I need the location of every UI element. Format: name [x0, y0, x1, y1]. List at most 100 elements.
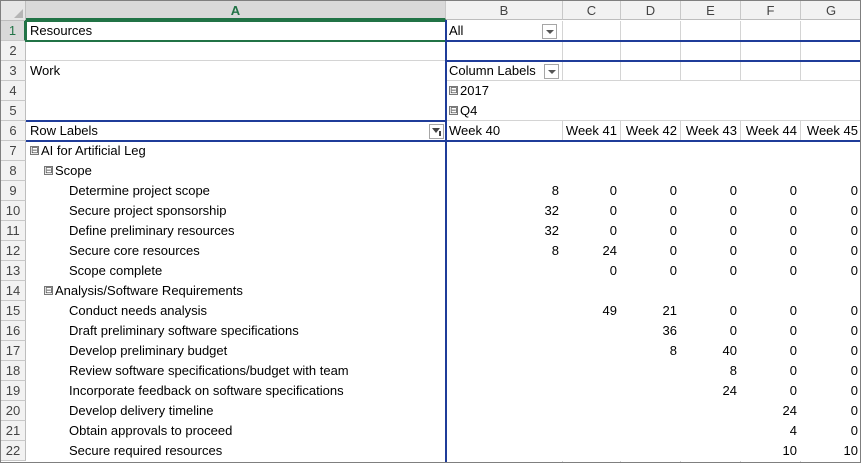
value-cell: 0 [609, 183, 617, 198]
value-cell: 24 [722, 383, 737, 398]
value-cell: 32 [544, 223, 559, 238]
value-cell [446, 341, 563, 361]
row-header-21[interactable]: 21 [1, 421, 26, 441]
column-header-g[interactable]: G [801, 1, 860, 20]
row-label-text: Secure core resources [69, 243, 200, 258]
row-header-13[interactable]: 13 [1, 261, 26, 281]
task-row-label: Review software specifications/budget wi… [69, 361, 441, 381]
column-labels-dropdown[interactable] [544, 64, 559, 79]
group-row-label[interactable]: ⊟ Scope [44, 161, 441, 181]
filter-dropdown-button[interactable] [542, 24, 557, 39]
row-header-4[interactable]: 4 [1, 81, 26, 101]
pivot-border [447, 40, 860, 42]
value-cell [621, 161, 681, 181]
column-header-c[interactable]: C [563, 1, 621, 20]
row-header-15[interactable]: 15 [1, 301, 26, 321]
value-cell: 10 [782, 443, 797, 458]
value-cell: 0 [850, 343, 858, 358]
value-cell [681, 141, 741, 161]
row-label-text: Scope complete [69, 263, 163, 278]
column-header-d[interactable]: D [621, 1, 681, 20]
value-cell: 4 [789, 423, 797, 438]
group-row-label[interactable]: ⊟ AI for Artificial Leg [30, 141, 441, 161]
row-header-1[interactable]: 1 [1, 21, 26, 41]
group-row-label[interactable]: ⊟ Analysis/Software Requirements [44, 281, 441, 301]
row-header-18[interactable]: 18 [1, 361, 26, 381]
value-cell: 0 [789, 183, 797, 198]
row-header-22[interactable]: 22 [1, 441, 26, 461]
task-row-label: Define preliminary resources [69, 221, 441, 241]
column-labels-header: Column Labels [449, 63, 536, 78]
value-cell: 0 [850, 323, 858, 338]
value-cell: 0 [729, 243, 737, 258]
value-cell: 0 [789, 223, 797, 238]
collapse-icon[interactable]: ⊟ [449, 106, 458, 116]
value-cell: 0 [729, 323, 737, 338]
row-label-text: Determine project scope [69, 183, 210, 198]
row-label-text: Define preliminary resources [69, 223, 235, 238]
value-cell: 21 [662, 303, 677, 318]
week-header: Week 45 [806, 123, 858, 138]
row-header-20[interactable]: 20 [1, 401, 26, 421]
collapse-icon[interactable]: ⊟ [449, 86, 458, 96]
values-label: Work [30, 63, 61, 78]
value-cell: 0 [729, 203, 737, 218]
select-all-corner[interactable] [1, 1, 26, 21]
column-header-b[interactable]: B [446, 1, 563, 20]
row-header-16[interactable]: 16 [1, 321, 26, 341]
row-labels-filter-button[interactable] [429, 124, 444, 139]
value-cell: 0 [669, 183, 677, 198]
quarter-group[interactable]: ⊟ Q4 [449, 101, 649, 121]
row-header-19[interactable]: 19 [1, 381, 26, 401]
row-header-2[interactable]: 2 [1, 41, 26, 61]
value-cell: 0 [850, 383, 858, 398]
column-header-e[interactable]: E [681, 1, 741, 20]
row-label-text: Scope [55, 163, 92, 178]
row-header-17[interactable]: 17 [1, 341, 26, 361]
value-cell [621, 421, 681, 441]
value-cell [741, 141, 801, 161]
value-cell [563, 401, 621, 421]
year-label: 2017 [460, 83, 489, 98]
row-header-5[interactable]: 5 [1, 101, 26, 121]
column-header-a[interactable]: A [26, 1, 446, 20]
column-header-f[interactable]: F [741, 1, 801, 20]
row-header-14[interactable]: 14 [1, 281, 26, 301]
value-cell: 0 [789, 303, 797, 318]
quarter-label: Q4 [460, 103, 478, 118]
collapse-icon[interactable]: ⊟ [44, 286, 53, 296]
value-cell: 0 [789, 383, 797, 398]
value-cell [446, 161, 563, 181]
value-cell [446, 361, 563, 381]
row-header-7[interactable]: 7 [1, 141, 26, 161]
collapse-icon[interactable]: ⊟ [44, 166, 53, 176]
year-group[interactable]: ⊟ 2017 [449, 81, 649, 101]
value-cell [801, 141, 860, 161]
row-header-9[interactable]: 9 [1, 181, 26, 201]
row-label-text: Analysis/Software Requirements [55, 283, 243, 298]
row-header-10[interactable]: 10 [1, 201, 26, 221]
value-cell: 0 [789, 323, 797, 338]
row-header-11[interactable]: 11 [1, 221, 26, 241]
collapse-icon[interactable]: ⊟ [30, 146, 39, 156]
row-header-12[interactable]: 12 [1, 241, 26, 261]
value-cell: 0 [609, 203, 617, 218]
week-header: Week 43 [685, 123, 737, 138]
row-header-8[interactable]: 8 [1, 161, 26, 181]
value-cell [446, 141, 563, 161]
spreadsheet-grid[interactable]: A B C D E F G 1 2 3 4 5 6 7 8 9 10 11 12 13 14 15 16 17 18 19 20 21… [0, 0, 861, 463]
task-row-label: Secure required resources [69, 441, 441, 461]
value-cell: 0 [789, 363, 797, 378]
value-cell [446, 381, 563, 401]
row-label-text: Review software specifications/budget wi… [69, 363, 349, 378]
row-labels-header: Row Labels [30, 123, 98, 138]
task-row-label: Obtain approvals to proceed [69, 421, 441, 441]
value-cell: 0 [850, 363, 858, 378]
row-header-6[interactable]: 6 [1, 121, 26, 141]
value-cell [446, 281, 563, 301]
value-cell: 0 [789, 243, 797, 258]
value-cell [446, 301, 563, 321]
value-cell [563, 281, 621, 301]
filter-value[interactable]: All [449, 21, 539, 41]
row-header-3[interactable]: 3 [1, 61, 26, 81]
